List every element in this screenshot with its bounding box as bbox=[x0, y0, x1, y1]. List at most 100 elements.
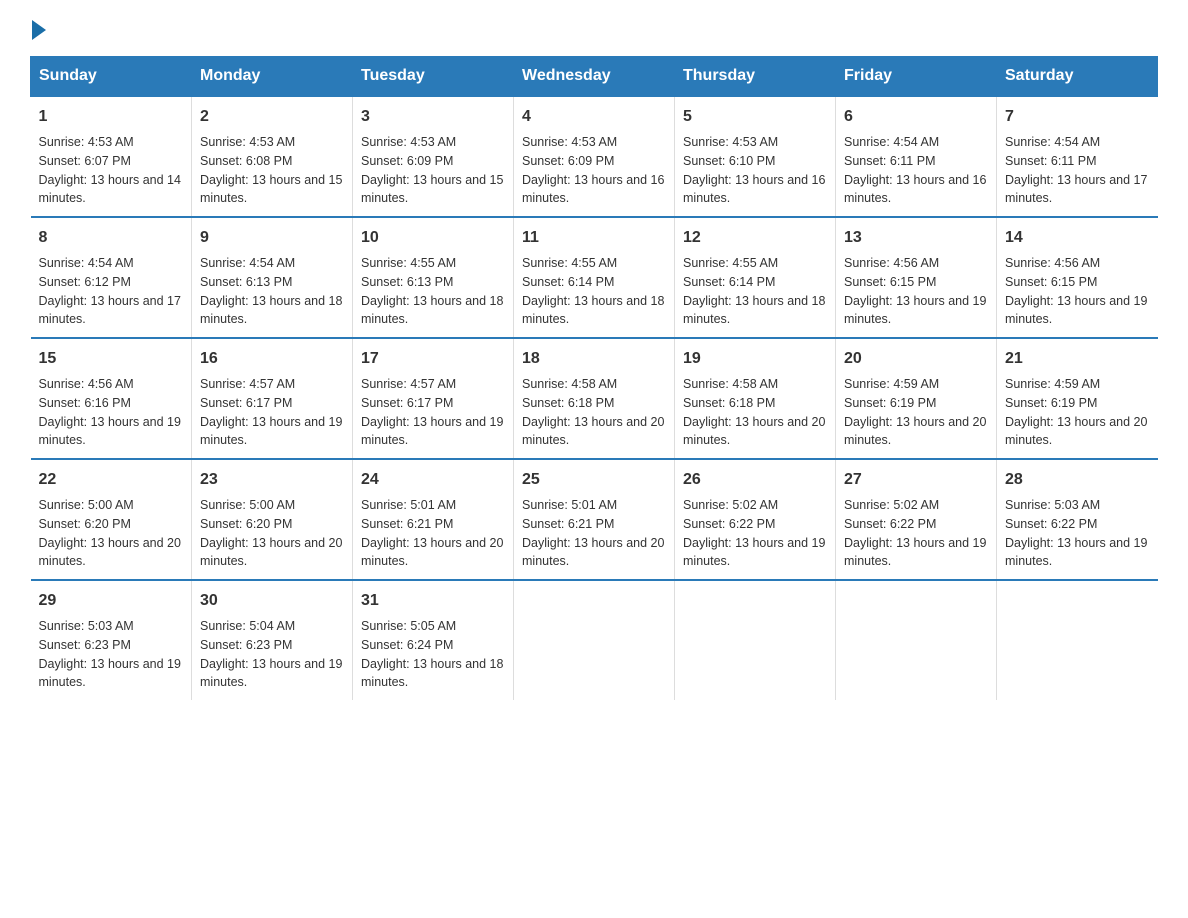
page-header bbox=[30, 20, 1158, 36]
day-number: 8 bbox=[39, 226, 184, 250]
day-info: Sunrise: 4:59 AMSunset: 6:19 PMDaylight:… bbox=[844, 375, 988, 450]
calendar-day-cell: 13 Sunrise: 4:56 AMSunset: 6:15 PMDayligh… bbox=[836, 217, 997, 338]
calendar-day-cell: 20 Sunrise: 4:59 AMSunset: 6:19 PMDayligh… bbox=[836, 338, 997, 459]
calendar-day-cell: 28 Sunrise: 5:03 AMSunset: 6:22 PMDayligh… bbox=[997, 459, 1158, 580]
calendar-day-cell: 11 Sunrise: 4:55 AMSunset: 6:14 PMDayligh… bbox=[514, 217, 675, 338]
day-info: Sunrise: 4:59 AMSunset: 6:19 PMDaylight:… bbox=[1005, 375, 1150, 450]
day-info: Sunrise: 4:53 AMSunset: 6:07 PMDaylight:… bbox=[39, 133, 184, 208]
calendar-day-cell: 14 Sunrise: 4:56 AMSunset: 6:15 PMDayligh… bbox=[997, 217, 1158, 338]
calendar-body: 1 Sunrise: 4:53 AMSunset: 6:07 PMDaylight… bbox=[31, 96, 1158, 700]
day-info: Sunrise: 4:54 AMSunset: 6:13 PMDaylight:… bbox=[200, 254, 344, 329]
day-number: 9 bbox=[200, 226, 344, 250]
day-info: Sunrise: 5:04 AMSunset: 6:23 PMDaylight:… bbox=[200, 617, 344, 692]
day-number: 16 bbox=[200, 347, 344, 371]
day-number: 1 bbox=[39, 105, 184, 129]
calendar-day-cell: 26 Sunrise: 5:02 AMSunset: 6:22 PMDayligh… bbox=[675, 459, 836, 580]
calendar-week-row: 1 Sunrise: 4:53 AMSunset: 6:07 PMDaylight… bbox=[31, 96, 1158, 217]
day-number: 23 bbox=[200, 468, 344, 492]
days-of-week-row: SundayMondayTuesdayWednesdayThursdayFrid… bbox=[31, 57, 1158, 97]
day-of-week-header: Tuesday bbox=[353, 57, 514, 97]
day-number: 14 bbox=[1005, 226, 1150, 250]
calendar-week-row: 29Sunrise: 5:03 AMSunset: 6:23 PMDayligh… bbox=[31, 580, 1158, 700]
day-of-week-header: Thursday bbox=[675, 57, 836, 97]
day-number: 6 bbox=[844, 105, 988, 129]
day-info: Sunrise: 4:55 AMSunset: 6:14 PMDaylight:… bbox=[683, 254, 827, 329]
calendar-day-cell: 1 Sunrise: 4:53 AMSunset: 6:07 PMDaylight… bbox=[31, 96, 192, 217]
day-number: 21 bbox=[1005, 347, 1150, 371]
calendar-day-cell bbox=[675, 580, 836, 700]
day-info: Sunrise: 4:56 AMSunset: 6:16 PMDaylight:… bbox=[39, 375, 184, 450]
day-number: 4 bbox=[522, 105, 666, 129]
day-number: 18 bbox=[522, 347, 666, 371]
day-info: Sunrise: 4:53 AMSunset: 6:10 PMDaylight:… bbox=[683, 133, 827, 208]
day-info: Sunrise: 4:55 AMSunset: 6:13 PMDaylight:… bbox=[361, 254, 505, 329]
calendar-day-cell: 3 Sunrise: 4:53 AMSunset: 6:09 PMDaylight… bbox=[353, 96, 514, 217]
calendar-day-cell: 17 Sunrise: 4:57 AMSunset: 6:17 PMDayligh… bbox=[353, 338, 514, 459]
day-info: Sunrise: 4:57 AMSunset: 6:17 PMDaylight:… bbox=[361, 375, 505, 450]
day-of-week-header: Friday bbox=[836, 57, 997, 97]
day-info: Sunrise: 5:00 AMSunset: 6:20 PMDaylight:… bbox=[39, 496, 184, 571]
day-number: 2 bbox=[200, 105, 344, 129]
calendar-day-cell: 2 Sunrise: 4:53 AMSunset: 6:08 PMDaylight… bbox=[192, 96, 353, 217]
logo-arrow-icon bbox=[32, 20, 46, 40]
calendar-day-cell: 6 Sunrise: 4:54 AMSunset: 6:11 PMDaylight… bbox=[836, 96, 997, 217]
day-number: 7 bbox=[1005, 105, 1150, 129]
day-number: 11 bbox=[522, 226, 666, 250]
calendar-day-cell: 10 Sunrise: 4:55 AMSunset: 6:13 PMDayligh… bbox=[353, 217, 514, 338]
day-info: Sunrise: 5:03 AMSunset: 6:23 PMDaylight:… bbox=[39, 617, 184, 692]
calendar-day-cell: 16 Sunrise: 4:57 AMSunset: 6:17 PMDayligh… bbox=[192, 338, 353, 459]
calendar-day-cell: 27 Sunrise: 5:02 AMSunset: 6:22 PMDayligh… bbox=[836, 459, 997, 580]
day-number: 15 bbox=[39, 347, 184, 371]
day-number: 28 bbox=[1005, 468, 1150, 492]
day-number: 13 bbox=[844, 226, 988, 250]
day-info: Sunrise: 5:02 AMSunset: 6:22 PMDaylight:… bbox=[844, 496, 988, 571]
day-info: Sunrise: 4:54 AMSunset: 6:11 PMDaylight:… bbox=[1005, 133, 1150, 208]
day-info: Sunrise: 4:57 AMSunset: 6:17 PMDaylight:… bbox=[200, 375, 344, 450]
day-number: 10 bbox=[361, 226, 505, 250]
day-of-week-header: Sunday bbox=[31, 57, 192, 97]
day-number: 3 bbox=[361, 105, 505, 129]
day-info: Sunrise: 5:01 AMSunset: 6:21 PMDaylight:… bbox=[361, 496, 505, 571]
day-of-week-header: Saturday bbox=[997, 57, 1158, 97]
day-number: 26 bbox=[683, 468, 827, 492]
day-number: 25 bbox=[522, 468, 666, 492]
day-number: 5 bbox=[683, 105, 827, 129]
day-info: Sunrise: 4:56 AMSunset: 6:15 PMDaylight:… bbox=[1005, 254, 1150, 329]
day-info: Sunrise: 4:58 AMSunset: 6:18 PMDaylight:… bbox=[522, 375, 666, 450]
day-number: 20 bbox=[844, 347, 988, 371]
calendar-day-cell: 29Sunrise: 5:03 AMSunset: 6:23 PMDayligh… bbox=[31, 580, 192, 700]
calendar-week-row: 15 Sunrise: 4:56 AMSunset: 6:16 PMDayligh… bbox=[31, 338, 1158, 459]
day-info: Sunrise: 4:56 AMSunset: 6:15 PMDaylight:… bbox=[844, 254, 988, 329]
calendar-day-cell: 23 Sunrise: 5:00 AMSunset: 6:20 PMDayligh… bbox=[192, 459, 353, 580]
day-info: Sunrise: 5:00 AMSunset: 6:20 PMDaylight:… bbox=[200, 496, 344, 571]
calendar-day-cell: 12 Sunrise: 4:55 AMSunset: 6:14 PMDayligh… bbox=[675, 217, 836, 338]
calendar-day-cell: 25 Sunrise: 5:01 AMSunset: 6:21 PMDayligh… bbox=[514, 459, 675, 580]
day-info: Sunrise: 4:53 AMSunset: 6:09 PMDaylight:… bbox=[361, 133, 505, 208]
calendar-day-cell bbox=[836, 580, 997, 700]
day-number: 27 bbox=[844, 468, 988, 492]
day-info: Sunrise: 5:01 AMSunset: 6:21 PMDaylight:… bbox=[522, 496, 666, 571]
day-number: 12 bbox=[683, 226, 827, 250]
day-info: Sunrise: 4:58 AMSunset: 6:18 PMDaylight:… bbox=[683, 375, 827, 450]
day-info: Sunrise: 4:54 AMSunset: 6:11 PMDaylight:… bbox=[844, 133, 988, 208]
day-info: Sunrise: 5:02 AMSunset: 6:22 PMDaylight:… bbox=[683, 496, 827, 571]
day-number: 19 bbox=[683, 347, 827, 371]
calendar-day-cell: 22 Sunrise: 5:00 AMSunset: 6:20 PMDayligh… bbox=[31, 459, 192, 580]
calendar-day-cell bbox=[514, 580, 675, 700]
calendar-day-cell: 5 Sunrise: 4:53 AMSunset: 6:10 PMDaylight… bbox=[675, 96, 836, 217]
calendar-day-cell: 8Sunrise: 4:54 AMSunset: 6:12 PMDaylight… bbox=[31, 217, 192, 338]
day-info: Sunrise: 4:55 AMSunset: 6:14 PMDaylight:… bbox=[522, 254, 666, 329]
calendar-day-cell: 24Sunrise: 5:01 AMSunset: 6:21 PMDayligh… bbox=[353, 459, 514, 580]
day-number: 22 bbox=[39, 468, 184, 492]
calendar-day-cell: 31Sunrise: 5:05 AMSunset: 6:24 PMDayligh… bbox=[353, 580, 514, 700]
calendar-week-row: 22 Sunrise: 5:00 AMSunset: 6:20 PMDayligh… bbox=[31, 459, 1158, 580]
calendar-day-cell: 7 Sunrise: 4:54 AMSunset: 6:11 PMDaylight… bbox=[997, 96, 1158, 217]
calendar-week-row: 8Sunrise: 4:54 AMSunset: 6:12 PMDaylight… bbox=[31, 217, 1158, 338]
day-of-week-header: Monday bbox=[192, 57, 353, 97]
day-info: Sunrise: 5:03 AMSunset: 6:22 PMDaylight:… bbox=[1005, 496, 1150, 571]
logo bbox=[30, 20, 48, 36]
day-info: Sunrise: 4:53 AMSunset: 6:09 PMDaylight:… bbox=[522, 133, 666, 208]
day-info: Sunrise: 4:53 AMSunset: 6:08 PMDaylight:… bbox=[200, 133, 344, 208]
day-number: 17 bbox=[361, 347, 505, 371]
calendar-day-cell: 30Sunrise: 5:04 AMSunset: 6:23 PMDayligh… bbox=[192, 580, 353, 700]
